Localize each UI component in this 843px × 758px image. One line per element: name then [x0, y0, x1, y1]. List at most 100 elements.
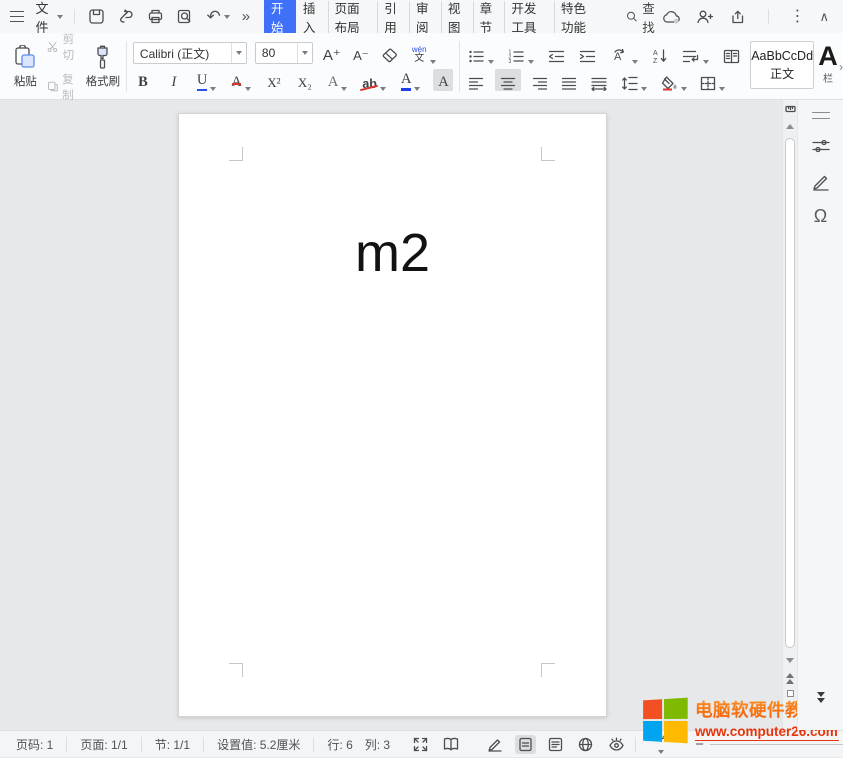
increase-font-size-button[interactable]: A⁺	[321, 42, 343, 64]
share-icon[interactable]	[729, 9, 747, 25]
ribbon: 粘贴 剪切 复制 格式刷 Calibri (正文) 80 A⁺ A⁻	[0, 33, 843, 100]
scroll-down-button[interactable]	[783, 658, 797, 663]
web-view-button[interactable]	[575, 735, 596, 754]
export-pdf-button[interactable]	[117, 8, 135, 25]
font-name-select[interactable]: Calibri (正文)	[133, 42, 247, 64]
align-right-button[interactable]	[530, 69, 550, 91]
text-effects-button[interactable]: A	[326, 69, 349, 91]
save-button[interactable]	[88, 8, 105, 25]
scrollbar-thumb[interactable]	[785, 138, 795, 648]
page-view-button[interactable]	[515, 735, 536, 754]
search-button[interactable]: 查找	[626, 0, 662, 36]
align-left-button[interactable]	[466, 69, 486, 91]
status-page[interactable]: 页面: 1/1	[74, 736, 133, 753]
print-preview-button[interactable]	[176, 8, 194, 25]
select-browse-object-button[interactable]	[783, 690, 797, 697]
document-page[interactable]: m2	[178, 113, 607, 717]
numbered-list-button[interactable]: 123	[506, 42, 536, 64]
print-button[interactable]	[147, 8, 164, 25]
font-color-button[interactable]: A	[399, 69, 422, 91]
text-effects-icon: A	[328, 74, 338, 91]
paragraph-layout-button[interactable]	[680, 42, 711, 64]
cloud-sync-icon[interactable]	[662, 9, 682, 25]
highlight-color-button[interactable]: ab	[360, 69, 388, 91]
scroll-up-button[interactable]	[783, 124, 797, 129]
status-page-code[interactable]: 页码: 1	[10, 736, 59, 753]
line-spacing-button[interactable]	[619, 69, 649, 91]
text-direction-button[interactable]: A	[608, 42, 640, 64]
justify-button[interactable]	[559, 69, 579, 91]
task-pane-toggle-button[interactable]	[812, 112, 830, 119]
collapse-ribbon-icon[interactable]: ∧	[820, 10, 830, 23]
hamburger-menu-icon[interactable]	[10, 11, 24, 22]
document-text[interactable]: m2	[179, 222, 606, 284]
ink-annotation-button[interactable]	[811, 172, 831, 192]
zoom-out-button[interactable]: −	[695, 737, 704, 752]
vertical-scrollbar[interactable]	[782, 100, 797, 730]
status-section[interactable]: 节: 1/1	[149, 736, 196, 753]
eye-protect-button[interactable]	[605, 735, 628, 753]
status-line[interactable]: 行: 6	[321, 736, 358, 753]
cut-copy-group: 剪切 复制	[47, 37, 80, 96]
borders-button[interactable]	[698, 69, 727, 91]
ink-edit-mode-button[interactable]	[484, 735, 506, 754]
decrease-font-size-button[interactable]: A⁻	[351, 42, 371, 64]
columns-button[interactable]	[721, 42, 742, 64]
decrease-indent-button[interactable]	[546, 42, 567, 64]
chevron-down-icon	[210, 87, 216, 91]
style-gallery-scroll-icon[interactable]: ›	[839, 60, 843, 74]
status-bar: 页码: 1 页面: 1/1 节: 1/1 设置值: 5.2厘米 行: 6 列: …	[0, 730, 843, 757]
new-style-button[interactable]: A 栏	[818, 43, 838, 96]
bullet-list-button[interactable]	[466, 42, 496, 64]
read-mode-button[interactable]	[440, 735, 462, 753]
format-painter-button[interactable]: 格式刷	[86, 37, 121, 96]
properties-pane-button[interactable]	[811, 136, 831, 156]
shading-button[interactable]	[658, 69, 689, 91]
copy-button[interactable]: 复制	[47, 71, 80, 103]
outline-view-button[interactable]	[545, 735, 566, 754]
previous-page-button[interactable]	[783, 673, 797, 684]
paste-icon	[13, 45, 37, 71]
invite-user-icon[interactable]	[696, 9, 715, 25]
omega-icon: Ω	[814, 206, 827, 226]
increase-indent-button[interactable]	[577, 42, 598, 64]
document-canvas[interactable]: m2	[0, 100, 797, 730]
align-center-icon	[500, 77, 516, 91]
strikethrough-button[interactable]: A	[229, 69, 252, 91]
menu-bar: 文件 ↶ » 开始 插入 页面布局 引用 审阅 视图 章节 开发工具 特色功能	[0, 0, 843, 33]
outline-view-icon	[548, 737, 563, 752]
undo-button[interactable]: ↶	[206, 8, 229, 25]
format-painter-label: 格式刷	[86, 73, 121, 89]
style-name: 正文	[770, 65, 794, 82]
globe-icon	[578, 737, 593, 752]
subscript-button[interactable]: X₂	[295, 69, 315, 91]
svg-text:A: A	[653, 50, 658, 57]
more-commands-icon[interactable]: »	[242, 9, 250, 24]
underline-button[interactable]: U	[195, 69, 218, 91]
clear-formatting-button[interactable]	[379, 42, 402, 64]
style-normal[interactable]: AaBbCcDd 正文	[750, 41, 814, 89]
phonetic-guide-button[interactable]: wén 文	[410, 42, 438, 64]
symbols-pane-button[interactable]: Ω	[814, 206, 827, 227]
italic-button[interactable]: I	[164, 69, 184, 91]
bold-button[interactable]: B	[133, 69, 153, 91]
status-column[interactable]: 列: 3	[359, 736, 396, 753]
font-size-select[interactable]: 80	[255, 42, 313, 64]
paste-button[interactable]: 粘贴	[10, 37, 41, 96]
fullscreen-button[interactable]	[410, 735, 431, 754]
zoom-slider[interactable]	[710, 744, 843, 745]
more-menu-icon[interactable]: ⋮	[790, 9, 806, 25]
cut-button[interactable]: 剪切	[47, 31, 80, 63]
zoom-level-button[interactable]: 54%	[655, 730, 689, 758]
scissors-icon	[47, 40, 59, 54]
align-center-button[interactable]	[495, 69, 521, 91]
superscript-button[interactable]: X²	[264, 69, 284, 91]
distribute-button[interactable]	[588, 69, 610, 91]
status-setting-value[interactable]: 设置值: 5.2厘米	[211, 736, 306, 753]
next-page-button[interactable]	[817, 692, 825, 703]
character-shading-button[interactable]: A	[433, 69, 453, 91]
margin-mark-bottom-left	[229, 663, 243, 677]
ruler-toggle-button[interactable]	[783, 104, 797, 114]
numbered-list-icon: 123	[508, 49, 525, 64]
sort-button[interactable]: AZ	[650, 42, 670, 64]
